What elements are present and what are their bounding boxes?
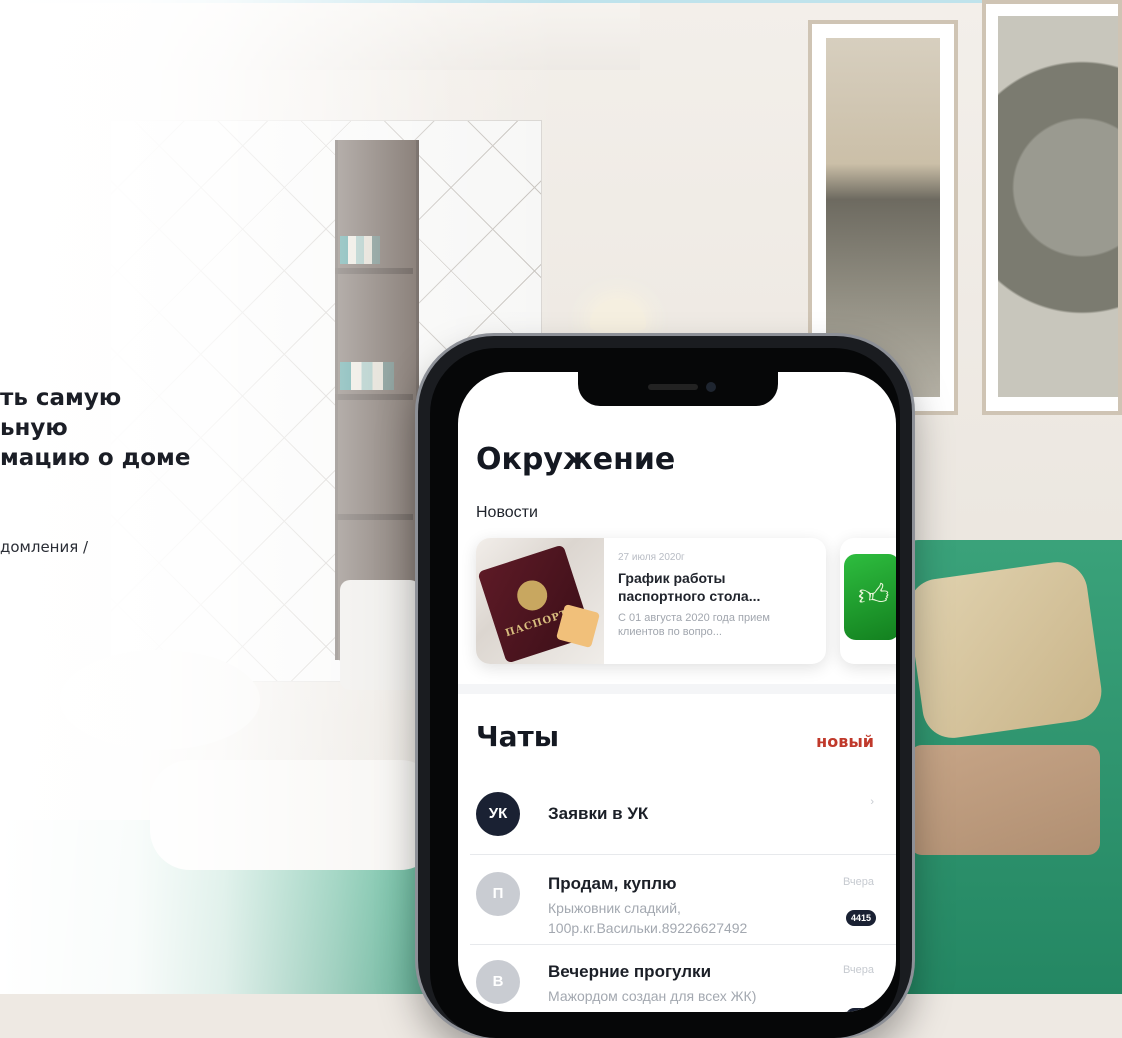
- hero-line: мацию о доме: [0, 445, 191, 471]
- unread-badge: 179: [846, 1008, 876, 1012]
- page-title: Окружение: [476, 442, 676, 477]
- hero-heading: ть самую ьную мацию о доме: [0, 383, 400, 473]
- chats-title: Чаты: [476, 720, 560, 753]
- news-section-label: Новости: [476, 504, 538, 521]
- news-card[interactable]: 👍︎: [840, 538, 896, 664]
- avatar: УК: [476, 792, 520, 836]
- crest-icon: [513, 576, 552, 615]
- camera-icon: [706, 382, 716, 392]
- chat-last-message: Мажордом создан для всех ЖК): [548, 988, 757, 1004]
- phone-mockup: Окружение Новости ПАСПОРТ 27 июля 2020г …: [418, 336, 912, 1038]
- hero-line: ть самую: [0, 385, 122, 411]
- phone-screen: Окружение Новости ПАСПОРТ 27 июля 2020г …: [458, 372, 896, 1012]
- chat-item[interactable]: УК Заявки в УК ›: [458, 776, 896, 852]
- news-carousel[interactable]: ПАСПОРТ 27 июля 2020г График работы пасп…: [476, 538, 896, 668]
- speaker: [648, 384, 698, 390]
- hero-line: ьную: [0, 415, 68, 441]
- chevron-right-icon: ›: [870, 796, 874, 808]
- passport-icon: ПАСПОРТ: [477, 544, 593, 664]
- news-image: 👍︎: [844, 554, 896, 640]
- news-card[interactable]: ПАСПОРТ 27 июля 2020г График работы пасп…: [476, 538, 826, 664]
- hero-subtext: домления /: [0, 538, 89, 556]
- news-date: 27 июля 2020г: [618, 552, 685, 563]
- chat-last-message: Крыжовник сладкий, 100р.кг.Васильки.8922…: [548, 900, 748, 936]
- phone-bezel: Окружение Новости ПАСПОРТ 27 июля 2020г …: [430, 348, 900, 1038]
- chat-time: Вчера: [842, 876, 874, 888]
- thumbs-up-icon: 👍︎: [858, 579, 890, 612]
- chat-name: Продам, куплю: [548, 874, 677, 893]
- news-body: 27 июля 2020г График работы паспортного …: [618, 552, 814, 639]
- news-title: График работы паспортного стола...: [618, 570, 761, 604]
- news-description: С 01 августа 2020 года прием клиентов по…: [618, 612, 770, 638]
- chat-time: Вчера: [842, 964, 874, 976]
- avatar: П: [476, 872, 520, 916]
- divider: [470, 854, 896, 855]
- chat-item[interactable]: П Продам, куплю Крыжовник сладкий, 100р.…: [458, 856, 896, 936]
- unread-badge: 4415: [846, 910, 876, 926]
- section-divider: [458, 684, 896, 694]
- new-chat-button[interactable]: новый: [816, 732, 874, 751]
- news-image: ПАСПОРТ: [476, 538, 604, 664]
- chat-item[interactable]: В Вечерние прогулки Мажордом создан для …: [458, 944, 896, 1012]
- chat-name: Заявки в УК: [548, 804, 649, 823]
- phone-notch: [578, 372, 778, 406]
- avatar: В: [476, 960, 520, 1004]
- chat-name: Вечерние прогулки: [548, 962, 712, 981]
